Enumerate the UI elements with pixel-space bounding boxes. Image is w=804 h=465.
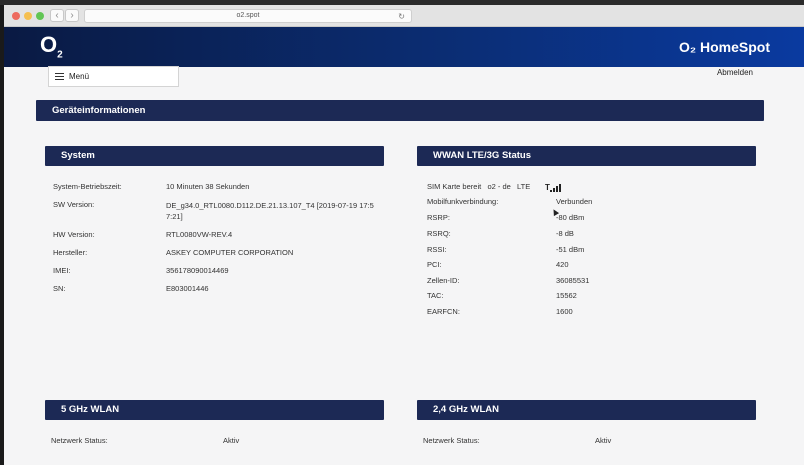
wlan5-status-label: Netzwerk Status:: [51, 436, 108, 445]
reload-icon[interactable]: ↻: [398, 11, 405, 23]
o2-logo-letter: O: [40, 32, 58, 57]
wlan24-status-value: Aktiv: [595, 436, 612, 445]
system-row-value: 10 Minuten 38 Sekunden: [166, 182, 250, 191]
sim-status-text: SIM Karte bereit o2 - de LTE: [427, 182, 531, 191]
wwan-row-value: -8 dB: [556, 229, 574, 238]
logout-link[interactable]: Abmelden: [717, 68, 753, 77]
homespot-brand: O₂ HomeSpot: [679, 39, 770, 55]
url-text: o2.spot: [236, 12, 260, 19]
wwan-row-value: Verbunden: [556, 197, 593, 206]
close-window-button[interactable]: [12, 12, 20, 20]
minimize-window-button[interactable]: [24, 12, 32, 20]
wwan-row-label: RSSI:: [427, 245, 447, 254]
wwan-row-label: EARFCN:: [427, 307, 460, 316]
wwan-row-value: 15562: [556, 291, 577, 300]
system-row-value: DE_g34.0_RTL0080.D112.DE.21.13.107_T4 [2…: [166, 201, 374, 221]
o2-logo[interactable]: O2: [40, 32, 63, 60]
wlan24-status-label: Netzwerk Status:: [423, 436, 480, 445]
o2-logo-sub: 2: [57, 49, 63, 61]
system-row-label: Hersteller:: [53, 248, 88, 257]
hamburger-icon: [55, 73, 64, 80]
page-title: Geräteinformationen: [36, 100, 764, 121]
address-bar[interactable]: o2.spot ↻: [84, 9, 412, 23]
wwan-row-label: Mobilfunkverbindung:: [427, 197, 499, 206]
menu-button[interactable]: Menü: [48, 66, 179, 87]
system-row-label: HW Version:: [53, 230, 95, 239]
wwan-row-label: RSRP:: [427, 213, 450, 222]
wwan-row-value: 36085531: [556, 276, 590, 285]
wlan24-section-title: 2,4 GHz WLAN: [417, 400, 756, 420]
wwan-row-value: -51 dBm: [556, 245, 585, 254]
signal-strength-icon: T: [545, 183, 565, 192]
system-row-value: RTL0080VW-REV.4: [166, 230, 233, 239]
wwan-row-label: TAC:: [427, 291, 444, 300]
system-row-label: SW Version:: [53, 200, 95, 209]
system-row-label: IMEI:: [53, 266, 71, 275]
site-header: O2 O₂ HomeSpot: [4, 27, 804, 67]
zoom-window-button[interactable]: [36, 12, 44, 20]
wwan-row-label: RSRQ:: [427, 229, 451, 238]
back-button[interactable]: ‹: [50, 9, 64, 22]
browser-toolbar: ‹ › o2.spot ↻: [4, 5, 804, 27]
wwan-section-title: WWAN LTE/3G Status: [417, 146, 756, 166]
wwan-row-value: 420: [556, 260, 569, 269]
system-row-label: SN:: [53, 284, 66, 293]
system-row-value: 356178090014469: [166, 266, 229, 275]
wwan-row-label: PCI:: [427, 260, 442, 269]
wwan-row-value: -80 dBm: [556, 213, 585, 222]
wwan-row-value: 1600: [556, 307, 573, 316]
wlan5-status-value: Aktiv: [223, 436, 240, 445]
system-row-label: System-Betriebszeit:: [53, 182, 122, 191]
forward-button[interactable]: ›: [65, 9, 79, 22]
menu-label: Menü: [69, 72, 90, 81]
system-row-value: ASKEY COMPUTER CORPORATION: [166, 248, 294, 257]
system-section-title: System: [45, 146, 384, 166]
system-row-value: E803001446: [166, 284, 209, 293]
wwan-row-label: Zellen-ID:: [427, 276, 460, 285]
router-page: O2 O₂ HomeSpot Menü Abmelden Geräteinfor…: [4, 27, 804, 465]
wlan5-section-title: 5 GHz WLAN: [45, 400, 384, 420]
